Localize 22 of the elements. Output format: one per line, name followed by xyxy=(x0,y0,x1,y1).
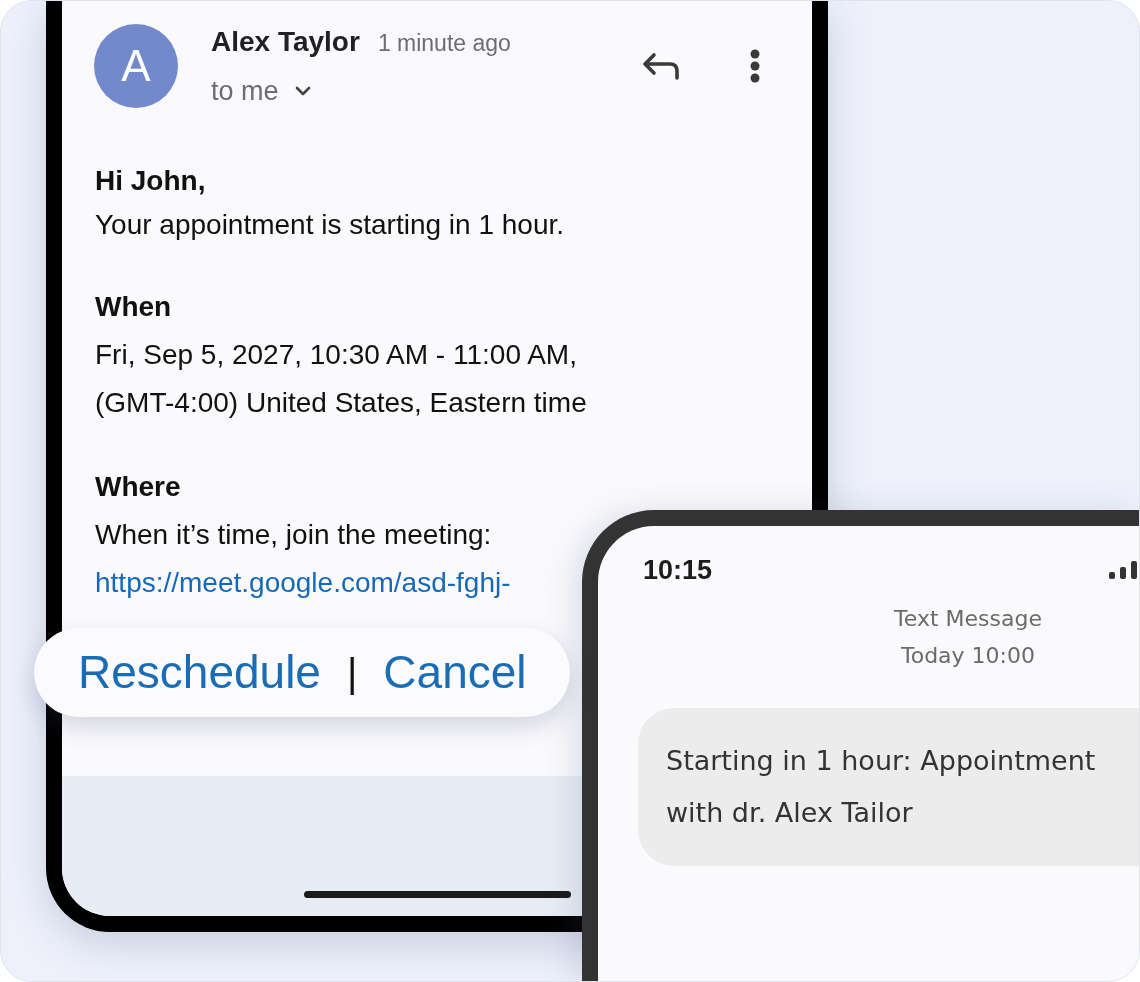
section-heading: Where xyxy=(95,470,181,504)
kebab-menu-icon[interactable] xyxy=(750,49,760,83)
meeting-link[interactable]: https://meet.google.com/asd-fghj- xyxy=(95,559,511,607)
detail-text: Fri, Sep 5, 2027, 10:30 AM - 11:00 AM, xyxy=(95,338,577,372)
detail-text: When it’s time, join the meeting: xyxy=(95,518,492,552)
separator: | xyxy=(346,652,358,693)
detail-text: (GMT-4:00) United States, Eastern time xyxy=(95,386,587,420)
action-button[interactable]: Cancel xyxy=(383,647,527,698)
recipients-toggle[interactable]: to me xyxy=(211,73,311,108)
thread-title: Text Message xyxy=(894,605,1042,633)
avatar: A xyxy=(94,24,178,108)
message-bubble: Starting in 1 hour: Appointment with dr. Alex Tailor xyxy=(638,708,1139,866)
action-button[interactable]: Reschedule xyxy=(78,647,321,698)
greeting-text: Hi John, xyxy=(95,164,206,198)
reply-icon[interactable] xyxy=(642,52,680,80)
timestamp: 1 minute ago xyxy=(377,28,511,58)
sender-name: Alex Taylor xyxy=(211,24,360,59)
chevron-down-icon xyxy=(294,85,311,96)
section-heading: When xyxy=(95,290,172,324)
thread-date: Today 10:00 xyxy=(901,642,1035,670)
message-text: Your appointment is starting in 1 hour. xyxy=(95,208,565,242)
status-time: 10:15 xyxy=(643,556,713,584)
